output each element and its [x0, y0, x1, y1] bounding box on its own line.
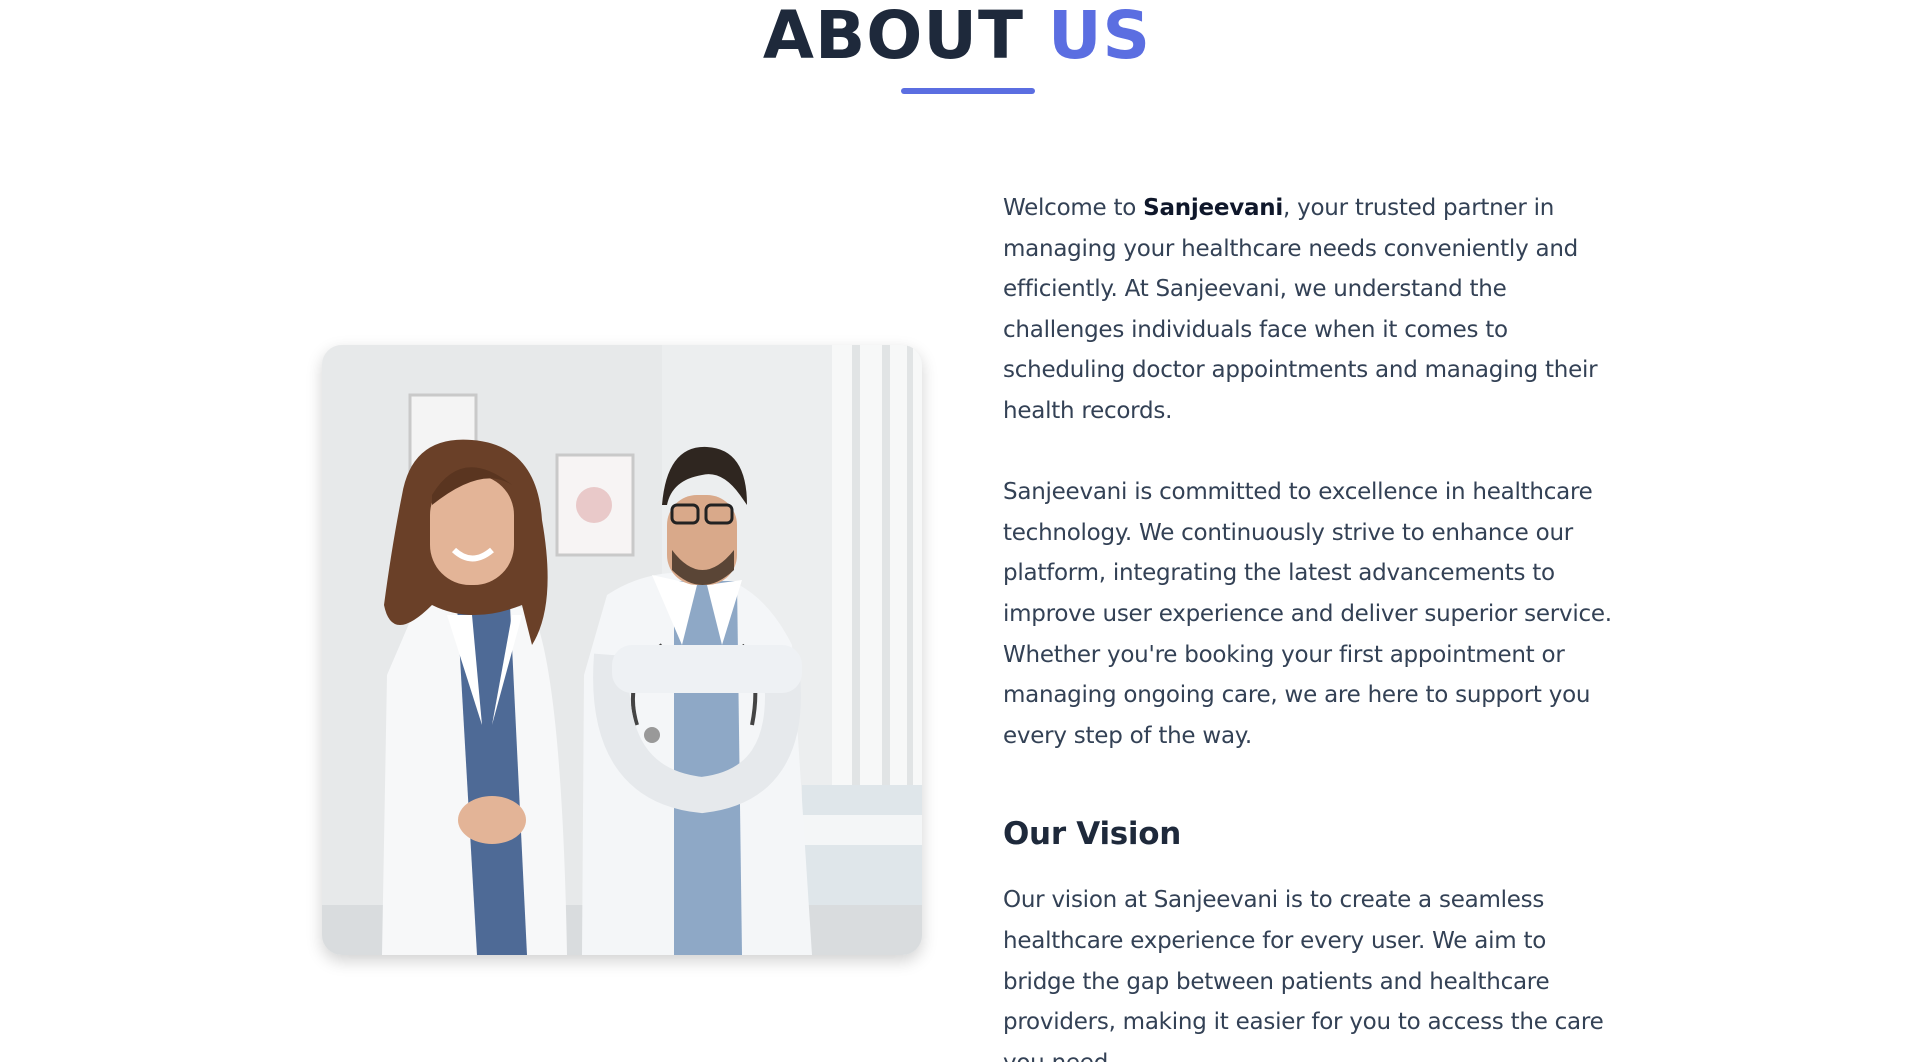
title-underline — [901, 88, 1035, 94]
intro-prefix: Welcome to — [1003, 195, 1144, 221]
page-title: ABOUT US — [0, 0, 1914, 72]
intro-suffix: , your trusted partner in managing your … — [1003, 195, 1598, 424]
vision-paragraph: Our vision at Sanjeevani is to create a … — [1003, 887, 1604, 1062]
vision-heading: Our Vision — [1003, 816, 1182, 853]
about-content: Welcome to Sanjeevani, your trusted part… — [1003, 188, 1623, 1062]
page-title-accent: US — [1047, 0, 1152, 74]
doctors-photo — [322, 345, 922, 955]
commitment-paragraph: Sanjeevani is committed to excellence in… — [1003, 479, 1612, 749]
intro-paragraph: Welcome to Sanjeevani, your trusted part… — [1003, 188, 1623, 432]
doctors-photo-illustration — [322, 345, 922, 955]
brand-name: Sanjeevani — [1143, 195, 1283, 221]
page-title-main: ABOUT — [762, 0, 1024, 74]
